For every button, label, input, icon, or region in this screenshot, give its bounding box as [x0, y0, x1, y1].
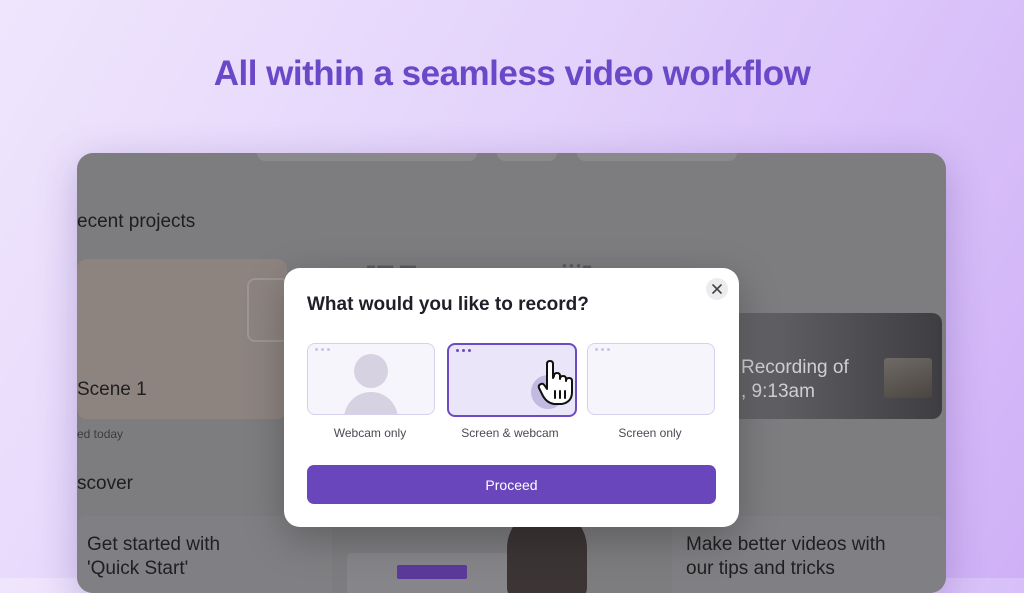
recording-thumbnail	[884, 358, 932, 398]
project-title: Scene 1	[77, 379, 147, 400]
recent-projects-title: ecent projects	[77, 211, 196, 232]
dialog-title: What would you like to record?	[307, 294, 589, 315]
option-label: Webcam only	[333, 426, 407, 440]
option-webcam-only[interactable]	[307, 343, 435, 415]
topbar-element	[257, 153, 477, 161]
close-button[interactable]	[706, 278, 728, 300]
discover-title: scover	[77, 473, 133, 494]
close-icon	[712, 284, 722, 294]
person-silhouette-icon	[354, 354, 388, 388]
record-dialog: What would you like to record? Webcam on…	[284, 268, 739, 527]
person-silhouette-body	[344, 392, 398, 414]
project-meta: ed today	[77, 427, 124, 441]
discover-card-text: Get started with 'Quick Start'	[87, 534, 221, 579]
window-dots	[456, 349, 471, 352]
option-label: Screen only	[618, 426, 682, 440]
thumbnail-outline	[247, 278, 289, 342]
recording-title: Recording of , 9:13am	[741, 357, 849, 402]
hand-cursor-icon	[537, 360, 573, 405]
window-dots	[315, 348, 330, 351]
topbar-element	[497, 153, 557, 161]
page-headline: All within a seamless video workflow	[213, 54, 811, 93]
discover-card-text: Make better videos with our tips and tri…	[686, 534, 886, 579]
topbar-element	[577, 153, 737, 161]
option-screen-only[interactable]	[587, 343, 715, 415]
option-label: Screen & webcam	[461, 426, 559, 440]
proceed-button[interactable]: Proceed	[307, 465, 716, 504]
window-dots	[595, 348, 610, 351]
